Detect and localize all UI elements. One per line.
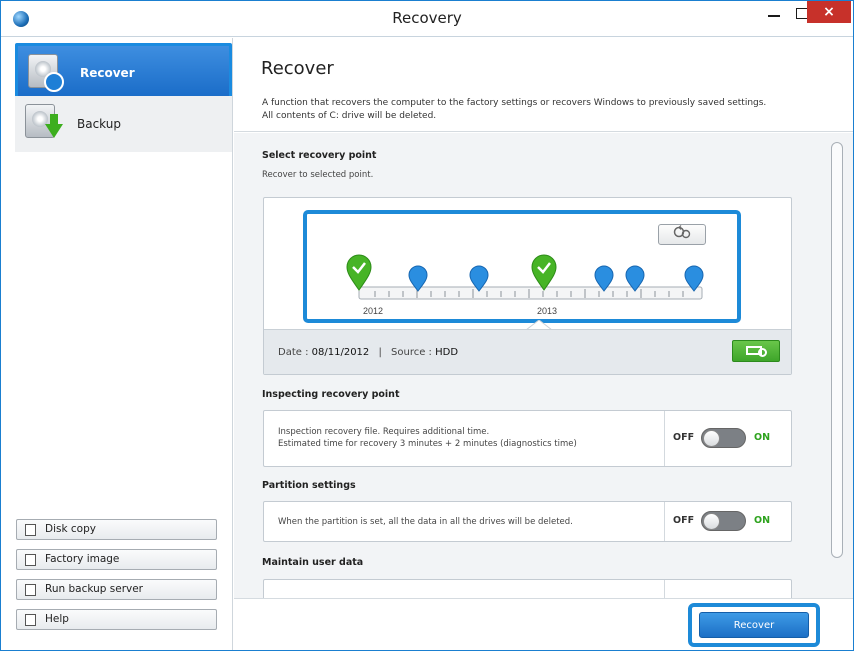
source-value: HDD	[435, 347, 459, 358]
maintain-panel	[263, 579, 792, 598]
description-line: All contents of C: drive will be deleted…	[262, 111, 437, 121]
help-button[interactable]: Help	[16, 609, 217, 630]
description-line: Estimated time for recovery 3 minutes + …	[278, 439, 577, 449]
backup-disk-icon	[25, 104, 63, 140]
section-title-inspecting: Inspecting recovery point	[262, 389, 400, 400]
recovery-point-info: Date : 08/11/2012 | Source : HDD	[264, 329, 791, 374]
main-header: Recover A function that recovers the com…	[234, 38, 853, 132]
settings-content: Select recovery point Recover to selecte…	[234, 133, 853, 598]
partition-panel: When the partition is set, all the data …	[263, 501, 792, 542]
magnifier-icon	[758, 348, 767, 357]
recover-disk-icon	[28, 54, 64, 92]
recovery-point-panel: 2012 2013 Date: 08/11/2012 | Source: H…	[263, 197, 792, 375]
date-label: Date :	[278, 347, 309, 358]
section-title-partition: Partition settings	[262, 480, 356, 491]
inspecting-panel: Inspection recovery file. Requires addit…	[263, 410, 792, 467]
sidebar-item-label: Backup	[77, 117, 121, 131]
disk-copy-icon	[25, 524, 36, 536]
year-label-2013: 2013	[537, 306, 557, 316]
main-panel: Recover A function that recovers the com…	[234, 38, 853, 650]
section-title-recovery-point: Select recovery point	[262, 150, 377, 161]
divider	[664, 580, 665, 598]
recovery-timeline[interactable]: 2012 2013	[307, 214, 737, 319]
scrollbar[interactable]	[831, 142, 843, 598]
help-icon	[25, 614, 36, 626]
off-label: OFF	[673, 432, 695, 443]
divider	[664, 502, 665, 541]
recover-button[interactable]: Recover	[699, 612, 809, 638]
recovery-window: Recovery × Recover Backup Disk copy Fact…	[0, 0, 854, 651]
sidebar: Recover Backup Disk copy Factory image R…	[2, 38, 233, 650]
run-backup-server-button[interactable]: Run backup server	[16, 579, 217, 600]
sidebar-item-recover[interactable]: Recover	[15, 43, 232, 100]
partition-toggle[interactable]	[701, 511, 746, 531]
description-line: Inspection recovery file. Requires addit…	[278, 427, 490, 437]
button-label: Factory image	[45, 553, 120, 565]
minimize-button[interactable]	[761, 1, 787, 25]
sidebar-item-label: Recover	[80, 66, 135, 80]
description-line: A function that recovers the computer to…	[262, 98, 767, 108]
date-value: 08/11/2012	[311, 347, 370, 358]
page-description: A function that recovers the computer to…	[262, 97, 842, 123]
off-label: OFF	[673, 515, 695, 526]
inspecting-description: Inspection recovery file. Requires addit…	[278, 426, 577, 450]
on-label: ON	[754, 515, 771, 526]
factory-image-icon	[25, 554, 36, 566]
year-label-2012: 2012	[363, 306, 383, 316]
page-title: Recover	[261, 58, 334, 79]
scrollbar-thumb[interactable]	[831, 142, 843, 558]
disk-copy-button[interactable]: Disk copy	[16, 519, 217, 540]
pin-checked-icon[interactable]	[346, 254, 372, 291]
toggle-knob	[703, 430, 720, 447]
recover-button-highlight: Recover	[688, 603, 820, 647]
on-label: ON	[754, 432, 771, 443]
source-label: Source :	[391, 347, 432, 358]
title-bar: Recovery ×	[1, 1, 853, 37]
section-subtitle: Recover to selected point.	[262, 170, 374, 180]
button-label: Disk copy	[45, 523, 96, 535]
inspecting-toggle[interactable]	[701, 428, 746, 448]
pin-checked-icon[interactable]	[531, 254, 557, 291]
toggle-knob	[703, 513, 720, 530]
minimize-icon	[768, 15, 780, 17]
bottom-bar: Recover	[234, 598, 853, 650]
section-title-maintain: Maintain user data	[262, 557, 364, 568]
divider	[664, 411, 665, 466]
sidebar-item-backup[interactable]: Backup	[15, 96, 232, 152]
timeline-highlight: 2012 2013	[303, 210, 741, 323]
window-title: Recovery	[392, 9, 462, 27]
backup-server-icon	[25, 584, 36, 596]
button-label: Help	[45, 613, 69, 625]
button-label: Run backup server	[45, 583, 143, 595]
partition-description: When the partition is set, all the data …	[278, 517, 573, 527]
recovery-point-details: Date : 08/11/2012 | Source : HDD	[278, 347, 458, 358]
factory-image-button[interactable]: Factory image	[16, 549, 217, 570]
separator: |	[378, 347, 382, 358]
browse-recovery-button[interactable]	[732, 340, 780, 362]
close-button[interactable]: ×	[807, 1, 851, 23]
